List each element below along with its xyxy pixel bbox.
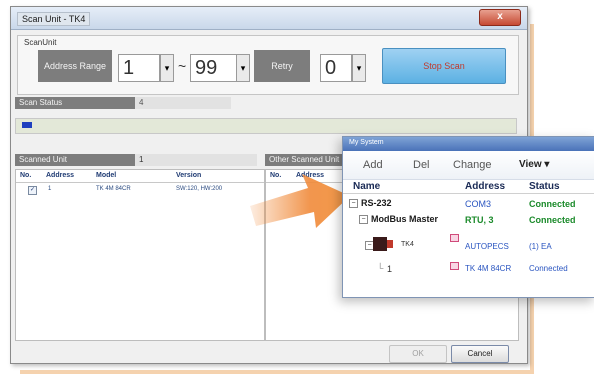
controller-device-icon: [387, 240, 393, 248]
row-address: RTU, 3: [465, 215, 494, 225]
chevron-down-icon[interactable]: ▾: [160, 54, 174, 82]
chevron-down-icon[interactable]: ▾: [352, 54, 366, 82]
ok-button[interactable]: OK: [389, 345, 447, 363]
collapse-icon[interactable]: −: [359, 215, 368, 224]
controller-device-icon: [373, 237, 387, 251]
column-header-no: No.: [20, 172, 32, 179]
window-title: My System: [349, 139, 384, 146]
retry-field[interactable]: 0: [320, 54, 352, 82]
column-header-address: Address: [46, 172, 75, 179]
range-separator: ~: [178, 58, 187, 74]
address-to-field[interactable]: 99: [190, 54, 240, 82]
column-header-status: Status: [529, 181, 560, 192]
change-button[interactable]: Change: [453, 159, 492, 171]
scanned-unit-label: Scanned Unit: [15, 154, 135, 166]
toolbar: Add Del Change View ▾: [343, 151, 594, 180]
row-address: COM3: [465, 199, 492, 209]
title-bar: Scan Unit - TK4 x: [11, 7, 527, 30]
tree-line: └: [377, 263, 384, 273]
progress-fill: [22, 122, 32, 128]
scanned-unit-count: 1: [135, 154, 257, 166]
row-address: TK 4M 84CR: [465, 264, 512, 273]
column-header-name: Name: [353, 181, 381, 192]
row-status: (1) EA: [529, 242, 552, 251]
row-address: AUTOPECS: [465, 242, 509, 251]
row-no: 1: [48, 186, 52, 192]
group-label: ScanUnit: [24, 38, 57, 47]
row-checkbox[interactable]: ✓: [28, 186, 37, 195]
link-icon: [450, 262, 459, 270]
column-header-model: Model: [96, 172, 117, 179]
delete-button[interactable]: Del: [413, 159, 430, 171]
retry-label: Retry: [254, 50, 310, 82]
window-title: Scan Unit - TK4: [17, 12, 91, 26]
add-button[interactable]: Add: [363, 159, 383, 171]
stop-scan-button[interactable]: Stop Scan: [382, 48, 506, 84]
header-divider: [16, 182, 264, 183]
address-from-field[interactable]: 1: [118, 54, 160, 82]
column-header-version: Version: [176, 172, 202, 179]
view-menu[interactable]: View ▾: [519, 159, 549, 170]
scan-status-value: 4: [135, 97, 231, 109]
row-status: Connected: [529, 215, 576, 225]
tree-item-rs232[interactable]: RS-232: [361, 198, 392, 208]
title-bar: My System: [343, 137, 594, 151]
tree-item-tk4[interactable]: TK4: [401, 241, 414, 248]
link-icon: [450, 234, 459, 242]
row-version: SW:120, HW:200: [176, 186, 223, 192]
cancel-button[interactable]: Cancel: [451, 345, 509, 363]
header-divider: [343, 193, 594, 194]
my-system-window: My System Add Del Change View ▾ Name Add…: [342, 136, 594, 298]
row-status: Connected: [529, 199, 576, 209]
scanned-unit-table: No. Address Model Version ✓ 1 TK 4M 84CR…: [15, 169, 265, 341]
scan-progress-bar: [15, 118, 517, 134]
tree-item-modbus-master[interactable]: ModBus Master: [371, 214, 438, 224]
tree-item-unit-1[interactable]: 1: [387, 264, 392, 274]
column-header-address: Address: [465, 181, 506, 192]
arrow-right-icon: [250, 174, 350, 228]
close-button[interactable]: x: [479, 9, 521, 26]
scan-unit-group: ScanUnit Address Range 1 ▾ ~ 99 ▾ Retry …: [17, 35, 519, 95]
row-status: Connected: [529, 264, 568, 273]
address-range-label: Address Range: [38, 50, 112, 82]
row-model: TK 4M 84CR: [96, 186, 131, 192]
chevron-down-icon[interactable]: ▾: [236, 54, 250, 82]
collapse-icon[interactable]: −: [349, 199, 358, 208]
scan-status-label: Scan Status: [15, 97, 135, 109]
